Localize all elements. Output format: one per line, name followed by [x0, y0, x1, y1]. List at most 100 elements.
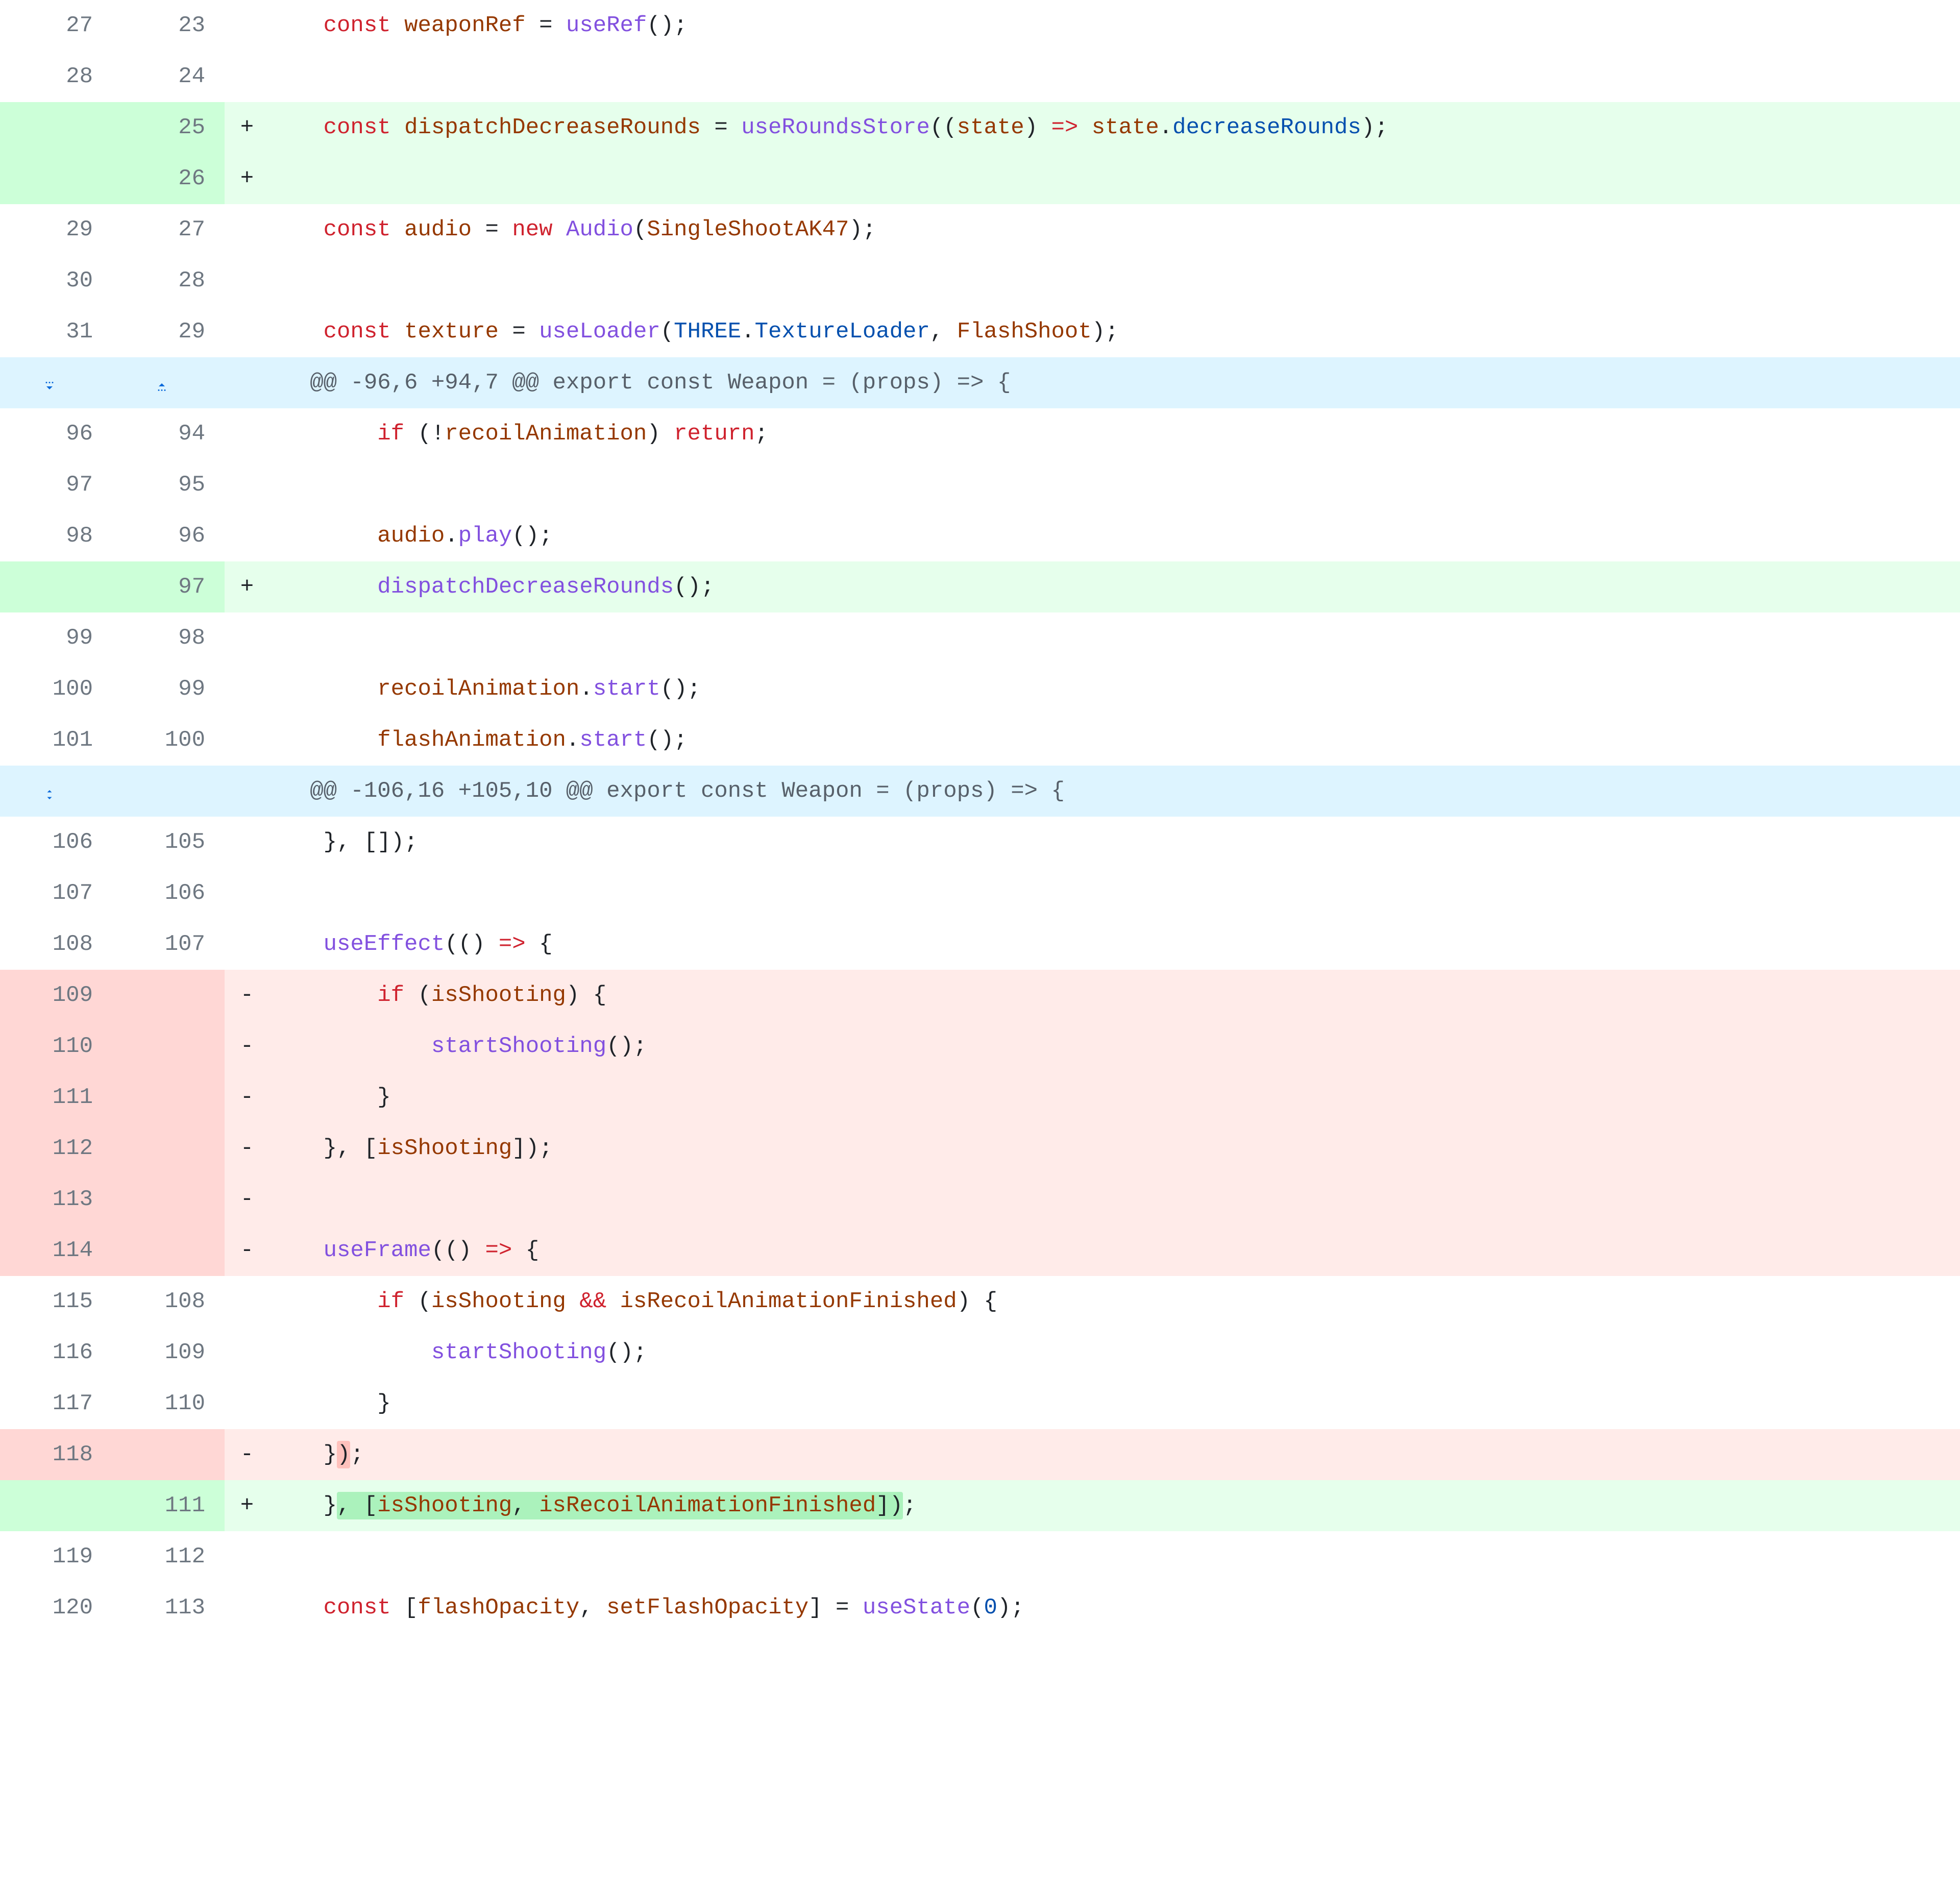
new-line-number[interactable]: 113	[112, 1582, 225, 1633]
new-line-number[interactable]: 96	[112, 510, 225, 561]
new-line-number[interactable]	[112, 970, 225, 1021]
diff-line-ctx: 108107 useEffect(() => {	[0, 919, 1960, 970]
hunk-header-row: @@ -96,6 +94,7 @@ export const Weapon = …	[0, 357, 1960, 408]
old-line-number[interactable]: 96	[0, 408, 112, 459]
old-line-number[interactable]: 116	[0, 1327, 112, 1378]
new-line-number[interactable]: 98	[112, 612, 225, 664]
new-line-number[interactable]: 25	[112, 102, 225, 153]
old-line-number[interactable]: 101	[0, 715, 112, 766]
code-content: }, []);	[270, 817, 1960, 868]
code-content: useFrame(() => {	[270, 1225, 1960, 1276]
new-line-number[interactable]	[112, 1174, 225, 1225]
new-line-number[interactable]: 94	[112, 408, 225, 459]
new-line-number[interactable]	[112, 1429, 225, 1480]
new-line-number[interactable]: 106	[112, 868, 225, 919]
new-line-number[interactable]: 105	[112, 817, 225, 868]
diff-marker	[225, 817, 270, 868]
code-content	[270, 1531, 1960, 1582]
code-content: if (isShooting && isRecoilAnimationFinis…	[270, 1276, 1960, 1327]
expand-new-button[interactable]	[112, 357, 225, 408]
new-line-number[interactable]: 24	[112, 51, 225, 102]
code-content: const weaponRef = useRef();	[270, 0, 1960, 51]
new-line-number[interactable]: 111	[112, 1480, 225, 1531]
new-line-number[interactable]: 100	[112, 715, 225, 766]
old-line-number[interactable]: 115	[0, 1276, 112, 1327]
diff-line-del: 109- if (isShooting) {	[0, 970, 1960, 1021]
old-line-number[interactable]: 100	[0, 664, 112, 715]
old-line-number[interactable]	[0, 102, 112, 153]
new-line-number[interactable]	[112, 1123, 225, 1174]
diff-line-add: 25+ const dispatchDecreaseRounds = useRo…	[0, 102, 1960, 153]
old-line-number[interactable]: 109	[0, 970, 112, 1021]
diff-marker	[225, 408, 270, 459]
code-content	[270, 868, 1960, 919]
old-line-number[interactable]: 27	[0, 0, 112, 51]
diff-line-ctx: 10099 recoilAnimation.start();	[0, 664, 1960, 715]
new-line-number[interactable]: 97	[112, 561, 225, 612]
old-line-number[interactable]: 110	[0, 1021, 112, 1072]
expand-down-icon	[34, 376, 65, 388]
new-line-number[interactable]: 108	[112, 1276, 225, 1327]
old-line-number[interactable]	[0, 1480, 112, 1531]
code-content: flashAnimation.start();	[270, 715, 1960, 766]
new-line-number[interactable]: 23	[112, 0, 225, 51]
new-line-number[interactable]	[112, 1072, 225, 1123]
new-line-number[interactable]: 26	[112, 153, 225, 204]
new-line-number[interactable]: 99	[112, 664, 225, 715]
old-line-number[interactable]: 108	[0, 919, 112, 970]
old-line-number[interactable]: 111	[0, 1072, 112, 1123]
diff-line-ctx: 101100 flashAnimation.start();	[0, 715, 1960, 766]
old-line-number[interactable]: 30	[0, 255, 112, 306]
diff-line-ctx: 2927 const audio = new Audio(SingleShoot…	[0, 204, 1960, 255]
new-line-number[interactable]: 112	[112, 1531, 225, 1582]
new-line-number[interactable]: 107	[112, 919, 225, 970]
new-line-number[interactable]: 110	[112, 1378, 225, 1429]
new-line-number[interactable]: 109	[112, 1327, 225, 1378]
old-line-number[interactable]: 118	[0, 1429, 112, 1480]
diff-line-del: 118- });	[0, 1429, 1960, 1480]
diff-marker	[225, 459, 270, 510]
old-line-number[interactable]: 106	[0, 817, 112, 868]
diff-marker	[225, 0, 270, 51]
new-line-number[interactable]: 28	[112, 255, 225, 306]
old-line-number[interactable]	[0, 153, 112, 204]
diff-marker	[225, 1327, 270, 1378]
old-line-number[interactable]: 99	[0, 612, 112, 664]
diff-line-ctx: 3129 const texture = useLoader(THREE.Tex…	[0, 306, 1960, 357]
old-line-number[interactable]: 97	[0, 459, 112, 510]
new-line-number[interactable]: 29	[112, 306, 225, 357]
code-content: const texture = useLoader(THREE.TextureL…	[270, 306, 1960, 357]
expand-old-button[interactable]	[0, 766, 112, 817]
old-line-number[interactable]: 29	[0, 204, 112, 255]
diff-marker	[225, 1276, 270, 1327]
old-line-number[interactable]	[0, 561, 112, 612]
code-content: const [flashOpacity, setFlashOpacity] = …	[270, 1582, 1960, 1633]
diff-line-ctx: 117110 }	[0, 1378, 1960, 1429]
old-line-number[interactable]: 107	[0, 868, 112, 919]
diff-marker	[225, 1531, 270, 1582]
expand-old-button[interactable]	[0, 357, 112, 408]
new-line-number[interactable]: 95	[112, 459, 225, 510]
diff-marker	[225, 1378, 270, 1429]
old-line-number[interactable]: 120	[0, 1582, 112, 1633]
old-line-number[interactable]: 113	[0, 1174, 112, 1225]
new-line-number[interactable]	[112, 1225, 225, 1276]
diff-line-ctx: 115108 if (isShooting && isRecoilAnimati…	[0, 1276, 1960, 1327]
old-line-number[interactable]: 112	[0, 1123, 112, 1174]
old-line-number[interactable]: 28	[0, 51, 112, 102]
old-line-number[interactable]: 31	[0, 306, 112, 357]
diff-marker	[225, 510, 270, 561]
old-line-number[interactable]: 119	[0, 1531, 112, 1582]
diff-line-ctx: 106105 }, []);	[0, 817, 1960, 868]
hunk-header-row: @@ -106,16 +105,10 @@ export const Weapo…	[0, 766, 1960, 817]
old-line-number[interactable]: 98	[0, 510, 112, 561]
new-line-number[interactable]: 27	[112, 204, 225, 255]
code-content	[270, 153, 1960, 204]
diff-marker	[225, 357, 270, 408]
diff-marker: +	[225, 561, 270, 612]
new-line-number[interactable]	[112, 1021, 225, 1072]
diff-line-ctx: 3028	[0, 255, 1960, 306]
old-line-number[interactable]: 117	[0, 1378, 112, 1429]
diff-line-ctx: 9896 audio.play();	[0, 510, 1960, 561]
old-line-number[interactable]: 114	[0, 1225, 112, 1276]
